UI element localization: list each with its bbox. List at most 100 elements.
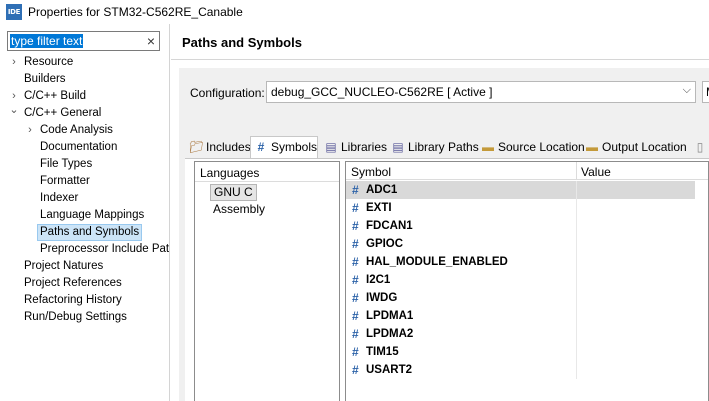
symbols-tab-body: Languages GNU C Assembly Symbol Value # …	[185, 158, 709, 401]
tree-item-file-types[interactable]: File Types	[0, 156, 170, 173]
symbols-table-header: Symbol Value	[346, 162, 708, 180]
tree-item-documentation[interactable]: Documentation	[0, 139, 170, 156]
table-row[interactable]: # GPIOC	[346, 235, 695, 253]
tree-item-run-debug-settings[interactable]: Run/Debug Settings	[0, 309, 170, 326]
row-column-divider	[576, 325, 577, 343]
chevron-right-icon[interactable]: ›	[25, 122, 35, 139]
tree-item-project-references[interactable]: Project References	[0, 275, 170, 292]
symbol-name: LPDMA2	[366, 328, 414, 340]
tab-library-paths[interactable]: ▤ Library Paths	[387, 136, 478, 158]
table-row[interactable]: # TIM15	[346, 343, 695, 361]
tree-item-language-mappings[interactable]: Language Mappings	[0, 207, 170, 224]
symbol-name: TIM15	[366, 346, 399, 358]
table-row[interactable]: # FDCAN1	[346, 217, 695, 235]
tree-item-label: Project Natures	[24, 260, 104, 272]
symbol-name: LPDMA1	[366, 310, 414, 322]
symbol-name: EXTI	[366, 202, 392, 214]
tree-item-resource[interactable]: › Resource	[0, 54, 170, 71]
tab-label: Includes	[206, 140, 251, 154]
hash-icon: #	[352, 201, 359, 215]
tree-item-paths-and-symbols[interactable]: Paths and Symbols	[0, 224, 170, 241]
tree-item-label: Indexer	[40, 192, 79, 204]
tree-item-label: Builders	[24, 73, 66, 85]
tree-item-label: Paths and Symbols	[37, 224, 143, 241]
clear-filter-icon[interactable]: ×	[147, 32, 155, 50]
tree-item-formatter[interactable]: Formatter	[0, 173, 170, 190]
row-column-divider	[576, 199, 577, 217]
table-row[interactable]: # HAL_MODULE_ENABLED	[346, 253, 695, 271]
row-column-divider	[576, 217, 577, 235]
tree-item-label: Formatter	[40, 175, 90, 187]
manage-configurations-button[interactable]: M	[702, 81, 709, 103]
tree-item-indexer[interactable]: Indexer	[0, 190, 170, 207]
column-header-symbol[interactable]: Symbol	[351, 165, 391, 179]
tree-item-refactoring-history[interactable]: Refactoring History	[0, 292, 170, 309]
row-column-divider	[576, 253, 577, 271]
filter-input-text: type filter text	[10, 34, 84, 48]
tab-references[interactable]: ▯	[689, 136, 709, 158]
hash-icon: #	[352, 219, 359, 233]
symbol-name: USART2	[366, 364, 413, 376]
table-row[interactable]: # I2C1	[346, 271, 695, 289]
page-title: Paths and Symbols	[182, 35, 302, 50]
row-column-divider	[576, 343, 577, 361]
configuration-label: Configuration:	[190, 86, 265, 100]
tab-label: Symbols	[271, 140, 318, 154]
tree-item-label: Refactoring History	[24, 294, 122, 306]
tree-item-label: Code Analysis	[40, 124, 113, 136]
filter-input[interactable]: type filter text ×	[7, 31, 160, 51]
tab-source-location[interactable]: ▬ Source Location	[477, 136, 585, 158]
chevron-right-icon[interactable]: ›	[9, 54, 19, 71]
configuration-value: debug_GCC_NUCLEO-C562RE [ Active ]	[271, 85, 493, 99]
tree-item-preprocessor-include-paths[interactable]: Preprocessor Include Pat	[0, 241, 170, 258]
tree-item-code-analysis[interactable]: › Code Analysis	[0, 122, 170, 139]
row-column-divider	[576, 235, 577, 253]
table-row[interactable]: # LPDMA2	[346, 325, 695, 343]
tree-item-builders[interactable]: Builders	[0, 71, 170, 88]
column-header-value[interactable]: Value	[581, 165, 611, 179]
configuration-select[interactable]: debug_GCC_NUCLEO-C562RE [ Active ] ⌵	[266, 81, 696, 103]
tab-libraries[interactable]: ▤ Libraries	[320, 136, 387, 158]
language-item-assembly[interactable]: Assembly	[210, 202, 268, 219]
hash-icon: #	[352, 237, 359, 251]
table-row[interactable]: # USART2	[346, 361, 695, 379]
tree-item-cpp-general[interactable]: ⌄ C/C++ General	[0, 102, 170, 122]
folder-icon: ▬	[482, 140, 494, 154]
include-icon: 📁︎	[189, 140, 205, 154]
hash-icon: #	[352, 309, 359, 323]
languages-list: Languages GNU C Assembly	[194, 161, 340, 401]
hash-icon: #	[352, 273, 359, 287]
properties-nav-pane: type filter text × › Resource Builders ›…	[0, 24, 170, 401]
column-divider[interactable]	[576, 162, 577, 180]
window-title: Properties for STM32-C562RE_Canable	[28, 5, 243, 19]
tree-item-label: Resource	[24, 56, 74, 68]
tab-symbols[interactable]: # Symbols	[250, 136, 318, 159]
row-column-divider	[576, 307, 577, 325]
table-row[interactable]: # LPDMA1	[346, 307, 695, 325]
symbol-name: I2C1	[366, 274, 391, 286]
chevron-down-icon[interactable]: ⌄	[9, 102, 19, 119]
hash-icon: #	[352, 327, 359, 341]
language-item-gnu-c[interactable]: GNU C	[210, 184, 257, 201]
chevron-down-icon[interactable]: ⌵	[683, 84, 691, 97]
languages-header: Languages	[200, 166, 260, 180]
row-column-divider	[576, 361, 577, 379]
row-column-divider	[576, 181, 577, 199]
hash-icon: #	[352, 363, 359, 377]
tree-item-cpp-build[interactable]: › C/C++ Build	[0, 88, 170, 105]
tree-item-label: Preprocessor Include Pat	[40, 243, 170, 255]
symbol-name: ADC1	[366, 184, 398, 196]
tree-item-label: Language Mappings	[40, 209, 145, 221]
library-path-icon: ▤	[392, 140, 404, 154]
tree-item-project-natures[interactable]: Project Natures	[0, 258, 170, 275]
symbol-name: IWDG	[366, 292, 398, 304]
symbol-name: HAL_MODULE_ENABLED	[366, 256, 508, 268]
languages-divider	[195, 181, 339, 182]
tree-item-label: C/C++ General	[24, 107, 102, 119]
table-row[interactable]: # ADC1	[346, 181, 695, 199]
tab-includes[interactable]: 📁︎ Includes	[185, 136, 251, 158]
tab-output-location[interactable]: ▬ Output Location	[581, 136, 687, 158]
title-bar: IDE Properties for STM32-C562RE_Canable	[0, 0, 709, 24]
table-row[interactable]: # EXTI	[346, 199, 695, 217]
table-row[interactable]: # IWDG	[346, 289, 695, 307]
